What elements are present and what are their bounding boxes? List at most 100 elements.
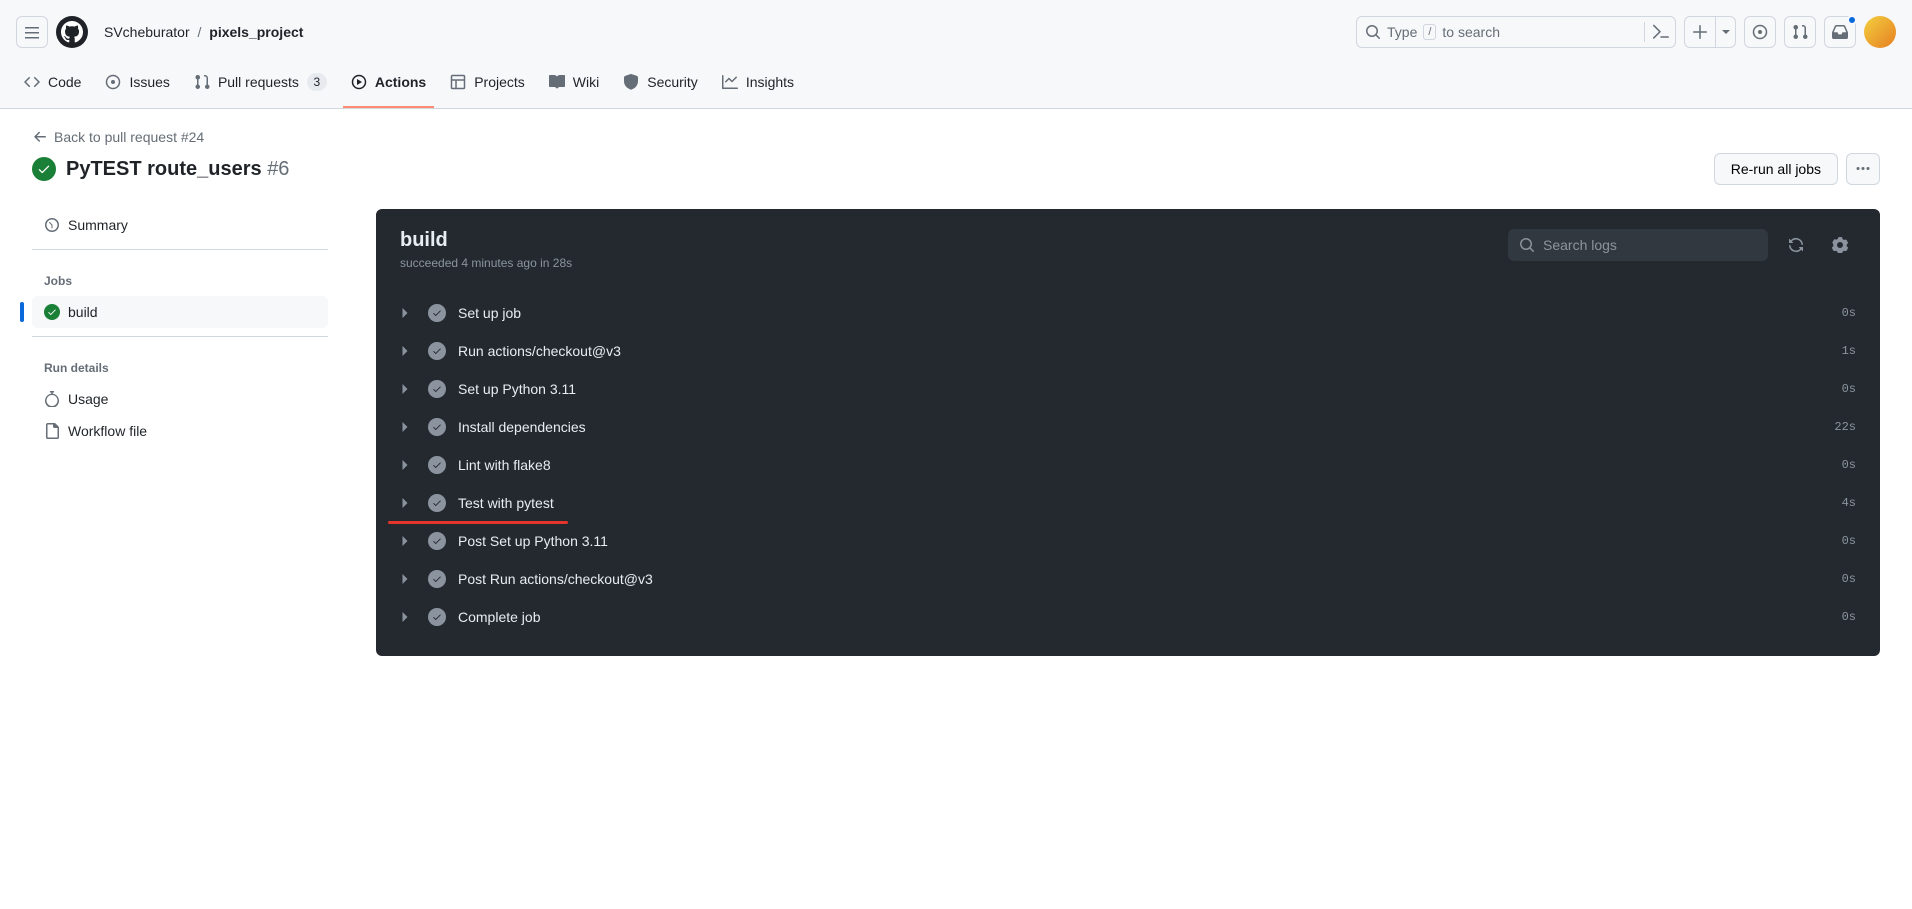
- panel-meta: succeeded 4 minutes ago in 28s: [400, 256, 572, 270]
- hamburger-menu-button[interactable]: [16, 16, 48, 48]
- step-row[interactable]: Set up Python 3.11 0s: [376, 370, 1880, 408]
- sidebar-job-label: build: [68, 304, 98, 320]
- breadcrumb: SVcheburator / pixels_project: [104, 24, 303, 40]
- chevron-right-icon: [400, 460, 416, 470]
- nav-issues-label: Issues: [129, 74, 169, 90]
- step-duration: 0s: [1842, 306, 1856, 320]
- notifications-button[interactable]: [1824, 16, 1856, 48]
- create-new-dropdown[interactable]: [1684, 16, 1736, 48]
- chevron-right-icon: [400, 384, 416, 394]
- chevron-right-icon: [400, 346, 416, 356]
- run-number: #6: [267, 158, 289, 180]
- step-name: Set up job: [458, 305, 1830, 321]
- nav-insights[interactable]: Insights: [714, 66, 802, 108]
- step-row[interactable]: Install dependencies 22s: [376, 408, 1880, 446]
- sidebar-summary[interactable]: Summary: [32, 209, 328, 241]
- issues-tray-button[interactable]: [1744, 16, 1776, 48]
- file-icon: [44, 423, 60, 439]
- nav-security[interactable]: Security: [615, 66, 706, 108]
- search-input[interactable]: Type / to search: [1356, 16, 1676, 48]
- code-icon: [24, 74, 40, 90]
- step-duration: 22s: [1834, 420, 1856, 434]
- log-search-input[interactable]: Search logs: [1508, 229, 1768, 261]
- nav-code[interactable]: Code: [16, 66, 89, 108]
- notification-dot-icon: [1847, 15, 1857, 25]
- pull-requests-tray-button[interactable]: [1784, 16, 1816, 48]
- step-row[interactable]: Set up job 0s: [376, 294, 1880, 332]
- issue-icon: [105, 74, 121, 90]
- main-content: Back to pull request #24 PyTEST route_us…: [0, 109, 1912, 909]
- check-icon: [428, 494, 446, 512]
- nav-actions-label: Actions: [375, 74, 426, 90]
- breadcrumb-sep: /: [198, 24, 202, 40]
- step-row[interactable]: Lint with flake8 0s: [376, 446, 1880, 484]
- step-duration: 0s: [1842, 458, 1856, 472]
- chevron-right-icon: [400, 308, 416, 318]
- sidebar-usage-label: Usage: [68, 391, 108, 407]
- step-duration: 4s: [1842, 496, 1856, 510]
- check-icon: [428, 570, 446, 588]
- step-row[interactable]: Run actions/checkout@v3 1s: [376, 332, 1880, 370]
- kebab-icon: [1855, 161, 1871, 177]
- command-palette-icon[interactable]: [1644, 22, 1669, 42]
- nav-wiki-label: Wiki: [573, 74, 599, 90]
- rerun-button[interactable]: Re-run all jobs: [1714, 153, 1838, 185]
- nav-actions[interactable]: Actions: [343, 66, 434, 108]
- play-icon: [351, 74, 367, 90]
- search-icon: [1519, 237, 1535, 253]
- job-panel: build succeeded 4 minutes ago in 28s Sea…: [376, 209, 1880, 656]
- check-icon: [428, 456, 446, 474]
- nav-wiki[interactable]: Wiki: [541, 66, 607, 108]
- table-icon: [450, 74, 466, 90]
- refresh-logs-button[interactable]: [1780, 229, 1812, 261]
- stopwatch-icon: [44, 391, 60, 407]
- arrow-left-icon: [32, 129, 48, 145]
- sidebar-jobs-heading: Jobs: [32, 258, 328, 296]
- topbar-right: Type / to search: [1356, 16, 1896, 48]
- inbox-icon: [1832, 24, 1848, 40]
- breadcrumb-repo[interactable]: pixels_project: [209, 24, 303, 40]
- sidebar-job-build[interactable]: build: [32, 296, 328, 328]
- chevron-right-icon: [400, 422, 416, 432]
- chevron-right-icon: [400, 536, 416, 546]
- panel-title: build: [400, 229, 572, 252]
- step-row[interactable]: Complete job 0s: [376, 598, 1880, 636]
- github-logo[interactable]: [56, 16, 88, 48]
- nav-issues[interactable]: Issues: [97, 66, 177, 108]
- sidebar: Summary Jobs build Run details Usage Wor…: [32, 209, 328, 656]
- step-duration: 0s: [1842, 610, 1856, 624]
- step-duration: 0s: [1842, 534, 1856, 548]
- step-row[interactable]: Test with pytest 4s: [376, 484, 1880, 522]
- sidebar-usage[interactable]: Usage: [32, 383, 328, 415]
- nav-projects-label: Projects: [474, 74, 525, 90]
- step-name: Install dependencies: [458, 419, 1822, 435]
- nav-pulls[interactable]: Pull requests 3: [186, 65, 335, 109]
- workflow-title: PyTEST route_users: [66, 158, 262, 180]
- git-pull-request-icon: [194, 74, 210, 90]
- nav-pulls-count: 3: [307, 73, 327, 91]
- sidebar-workflow-file[interactable]: Workflow file: [32, 415, 328, 447]
- search-kbd: /: [1423, 24, 1436, 40]
- success-status-icon: [32, 157, 56, 181]
- steps-list: Set up job 0s Run actions/checkout@v3 1s…: [376, 290, 1880, 656]
- more-actions-button[interactable]: [1846, 153, 1880, 185]
- book-icon: [549, 74, 565, 90]
- back-link[interactable]: Back to pull request #24: [32, 129, 204, 145]
- step-name: Post Run actions/checkout@v3: [458, 571, 1830, 587]
- divider: [32, 336, 328, 337]
- graph-icon: [722, 74, 738, 90]
- nav-pulls-label: Pull requests: [218, 74, 299, 90]
- nav-insights-label: Insights: [746, 74, 794, 90]
- chevron-right-icon: [400, 612, 416, 622]
- user-avatar[interactable]: [1864, 16, 1896, 48]
- git-pull-request-icon: [1792, 24, 1808, 40]
- divider: [32, 249, 328, 250]
- chevron-right-icon: [400, 498, 416, 508]
- breadcrumb-owner[interactable]: SVcheburator: [104, 24, 190, 40]
- nav-projects[interactable]: Projects: [442, 66, 533, 108]
- gear-icon: [1832, 237, 1848, 253]
- record-icon: [1752, 24, 1768, 40]
- settings-button[interactable]: [1824, 229, 1856, 261]
- step-row[interactable]: Post Run actions/checkout@v3 0s: [376, 560, 1880, 598]
- step-row[interactable]: Post Set up Python 3.11 0s: [376, 522, 1880, 560]
